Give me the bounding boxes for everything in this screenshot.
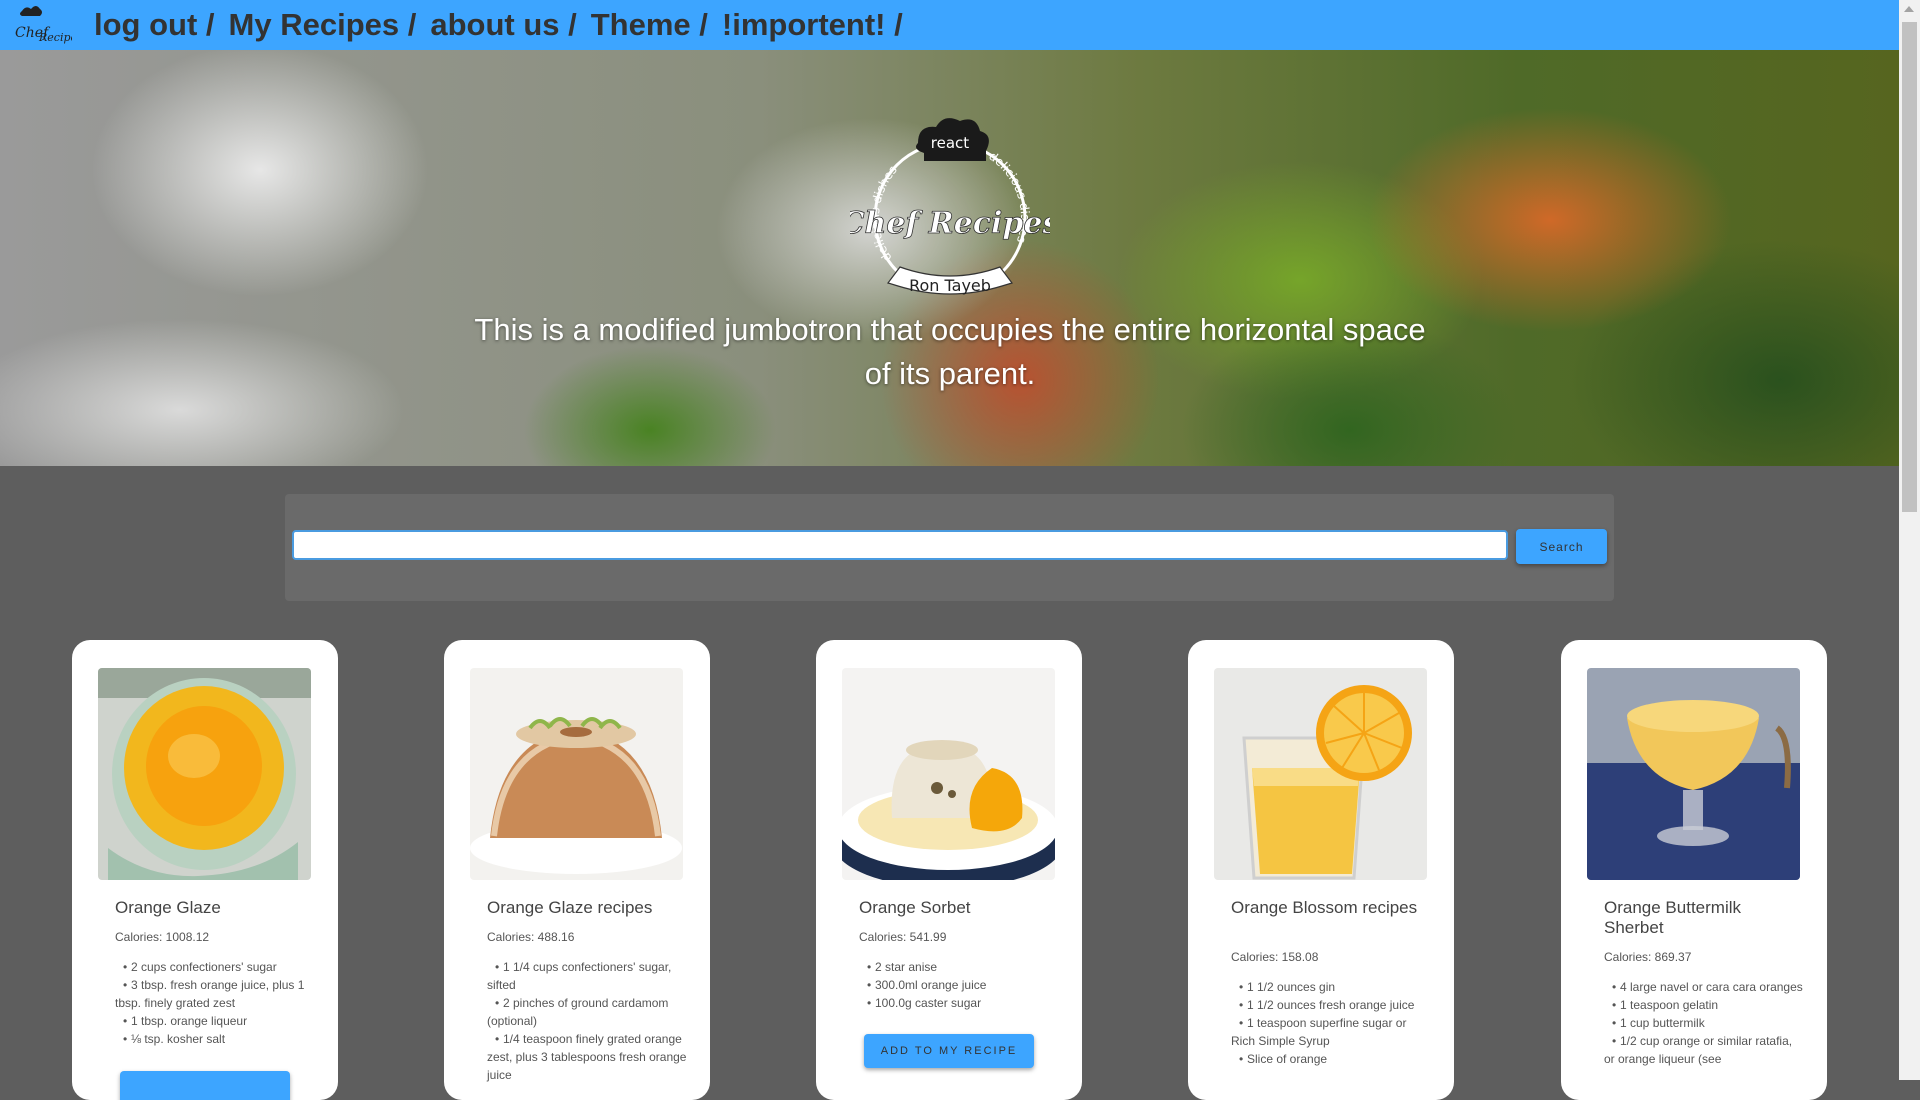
search-panel: Search: [285, 494, 1614, 601]
search-input[interactable]: [292, 530, 1508, 560]
recipe-title: Orange Sorbet: [859, 898, 971, 917]
nav-my-recipes[interactable]: My Recipes /: [229, 7, 417, 43]
logo-ribbon-text: Ron Tayeb: [909, 276, 991, 295]
recipe-card: Orange Glaze Calories: 1008.12 • 2 cups c…: [72, 640, 338, 1100]
ingredient-item: • 100.0g caster sugar: [867, 996, 982, 1010]
ingredient-list: • 1 1/4 cups confectioners' sugar, sifted…: [487, 958, 687, 1084]
ingredient-item: • 1/4 teaspoon finely grated orange zest,…: [487, 1032, 687, 1082]
nav-logout[interactable]: log out /: [94, 7, 215, 43]
ingredient-item: • 1 1/4 cups confectioners' sugar, sifted: [487, 960, 672, 992]
ingredient-item: • 2 cups confectioners' sugar: [123, 960, 277, 974]
jumbotron-text: This is a modified jumbotron that occupi…: [474, 312, 1426, 391]
scrollbar-thumb[interactable]: [1902, 22, 1917, 512]
ingredient-item: • 300.0ml orange juice: [867, 978, 987, 992]
recipe-title: Orange Glaze: [115, 898, 221, 917]
ingredient-list: • 2 star anise • 300.0ml orange juice • 100…: [859, 958, 1059, 1012]
ingredient-list: • 1 1/2 ounces gin • 1 1/2 ounces fresh or…: [1231, 978, 1431, 1068]
recipe-calories: Calories: 158.08: [1231, 950, 1319, 964]
nav-theme[interactable]: Theme /: [591, 7, 708, 43]
recipe-card: Orange Buttermilk Sherbet Calories: 869.…: [1561, 640, 1827, 1100]
ingredient-list: • 2 cups confectioners' sugar • 3 tbsp. fr…: [115, 958, 315, 1048]
jumbotron: react delicious dishes delicious dishes …: [0, 50, 1899, 466]
ingredient-item: • 4 large navel or cara cara oranges: [1612, 980, 1803, 994]
ingredient-item: • Slice of orange: [1239, 1052, 1328, 1066]
ingredient-item: • 1 tbsp. orange liqueur: [123, 1014, 248, 1028]
recipe-image-orange-buttermilk-sherbet: [1587, 668, 1800, 880]
add-to-my-recipe-button[interactable]: [120, 1071, 290, 1100]
ingredient-item: • 2 star anise: [867, 960, 938, 974]
recipe-title: Orange Blossom recipes: [1231, 898, 1418, 917]
ingredient-item: • ⅛ tsp. kosher salt: [123, 1032, 226, 1046]
svg-text:Recipes: Recipes: [38, 31, 72, 44]
nav-links: log out / My Recipes / about us / Theme …: [94, 7, 917, 43]
recipe-calories: Calories: 488.16: [487, 930, 575, 944]
logo-main-text: Chef Recipes: [850, 206, 1050, 241]
recipe-title: Orange Buttermilk Sherbet: [1604, 898, 1741, 937]
recipe-card: Orange Sorbet Calories: 541.99 • 2 star a…: [816, 640, 1082, 1100]
ingredient-item: • 1 1/2 ounces fresh orange juice: [1239, 998, 1415, 1012]
nav-about-us[interactable]: about us /: [430, 7, 576, 43]
ingredient-item: • 3 tbsp. fresh orange juice, plus 1 tbsp…: [115, 978, 305, 1010]
recipe-title: Orange Glaze recipes: [487, 898, 653, 917]
nav-importent[interactable]: !importent! /: [722, 7, 903, 43]
ingredient-item: • 1/2 cup orange or similar ratafia, or o…: [1604, 1034, 1793, 1066]
recipe-calories: Calories: 869.37: [1604, 950, 1692, 964]
ingredient-list: • 4 large navel or cara cara oranges • 1 t…: [1604, 978, 1804, 1068]
brand-logo[interactable]: Chef Recipes: [12, 3, 72, 47]
recipe-image-orange-sorbet: [842, 668, 1055, 880]
ingredient-item: • 1 cup buttermilk: [1612, 1016, 1705, 1030]
page-scrollbar[interactable]: [1899, 0, 1920, 1080]
recipe-card: Orange Glaze recipes Calories: 488.16 • 1…: [444, 640, 710, 1100]
recipe-card: Orange Blossom recipes Calories: 158.08 …: [1188, 640, 1454, 1100]
ingredient-item: • 1 teaspoon superfine sugar or Rich Simp…: [1231, 1016, 1407, 1048]
recipe-image-orange-blossom: [1214, 668, 1427, 880]
recipe-image-orange-glaze: [98, 668, 311, 880]
search-button[interactable]: Search: [1516, 529, 1607, 564]
recipe-image-orange-glaze-recipes: [470, 668, 683, 880]
chef-recipes-logo: react delicious dishes delicious dishes …: [840, 108, 1060, 308]
ingredient-item: • 1 1/2 ounces gin: [1239, 980, 1336, 994]
ingredient-item: • 1 teaspoon gelatin: [1612, 998, 1719, 1012]
navbar: Chef Recipes log out / My Recipes / abou…: [0, 0, 1899, 51]
recipe-calories: Calories: 1008.12: [115, 930, 210, 944]
recipe-calories: Calories: 541.99: [859, 930, 947, 944]
add-to-my-recipe-button[interactable]: ADD TO MY RECIPE: [864, 1034, 1034, 1068]
scroll-up-arrow-icon[interactable]: [1904, 6, 1914, 12]
ingredient-item: • 2 pinches of ground cardamom (optional): [487, 996, 669, 1028]
logo-react-text: react: [931, 134, 970, 152]
